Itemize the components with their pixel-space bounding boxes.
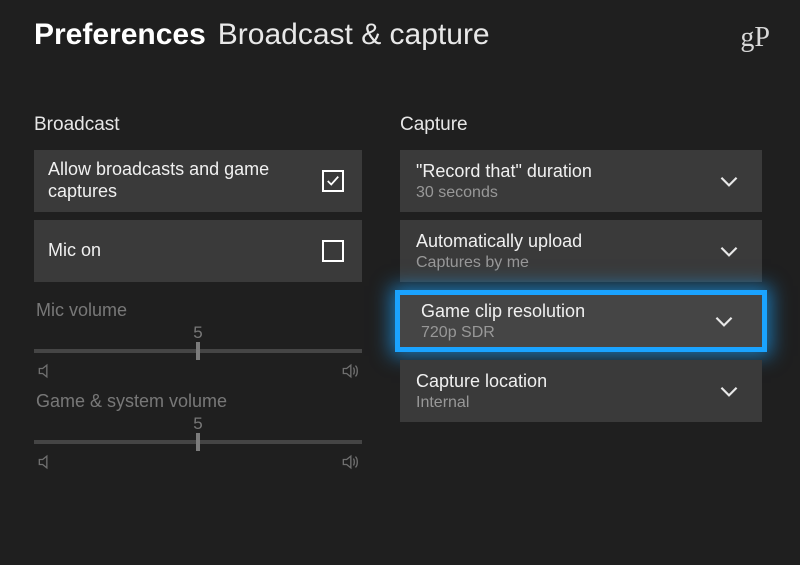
game-system-volume-value: 5	[34, 414, 362, 434]
automatically-upload-value: Captures by me	[416, 254, 582, 272]
chevron-down-icon	[716, 378, 742, 404]
broadcast-heading: Broadcast	[34, 114, 362, 136]
page-title-row: Preferences Broadcast & capture	[34, 18, 774, 52]
game-clip-resolution-title: Game clip resolution	[421, 301, 585, 322]
automatically-upload-title: Automatically upload	[416, 231, 582, 252]
volume-high-icon	[340, 361, 360, 381]
chevron-down-icon	[711, 308, 737, 334]
game-system-volume-label: Game & system volume	[34, 391, 362, 412]
allow-broadcasts-toggle[interactable]: Allow broadcasts and game captures	[34, 150, 362, 212]
mic-on-toggle[interactable]: Mic on	[34, 220, 362, 282]
mic-on-label: Mic on	[48, 240, 101, 262]
capture-location-title: Capture location	[416, 371, 547, 392]
mic-volume-value: 5	[34, 323, 362, 343]
capture-column: Capture "Record that" duration 30 second…	[400, 114, 762, 472]
mic-volume-slider[interactable]	[34, 349, 362, 353]
broadcast-column: Broadcast Allow broadcasts and game capt…	[34, 114, 362, 472]
volume-mute-icon	[36, 452, 56, 472]
volume-mute-icon	[36, 361, 56, 381]
game-system-volume-slider[interactable]	[34, 440, 362, 444]
mic-volume-group: Mic volume 5	[34, 300, 362, 381]
volume-high-icon	[340, 452, 360, 472]
chevron-down-icon	[716, 238, 742, 264]
mic-volume-label: Mic volume	[34, 300, 362, 321]
allow-broadcasts-checkbox[interactable]	[322, 170, 344, 192]
page-title: Preferences	[34, 18, 206, 52]
page-subtitle: Broadcast & capture	[218, 18, 490, 52]
capture-location-dropdown[interactable]: Capture location Internal	[400, 360, 762, 422]
record-that-duration-title: "Record that" duration	[416, 161, 592, 182]
capture-heading: Capture	[400, 114, 762, 136]
game-clip-resolution-value: 720p SDR	[421, 324, 585, 342]
allow-broadcasts-label: Allow broadcasts and game captures	[48, 159, 288, 202]
game-clip-resolution-dropdown[interactable]: Game clip resolution 720p SDR	[395, 290, 767, 352]
game-system-volume-group: Game & system volume 5	[34, 391, 362, 472]
game-system-volume-thumb[interactable]	[196, 433, 200, 451]
capture-location-value: Internal	[416, 394, 547, 412]
checkmark-icon	[326, 174, 340, 188]
automatically-upload-dropdown[interactable]: Automatically upload Captures by me	[400, 220, 762, 282]
record-that-duration-value: 30 seconds	[416, 184, 592, 202]
chevron-down-icon	[716, 168, 742, 194]
record-that-duration-dropdown[interactable]: "Record that" duration 30 seconds	[400, 150, 762, 212]
mic-volume-thumb[interactable]	[196, 342, 200, 360]
watermark: gP	[740, 22, 770, 54]
mic-on-checkbox[interactable]	[322, 240, 344, 262]
